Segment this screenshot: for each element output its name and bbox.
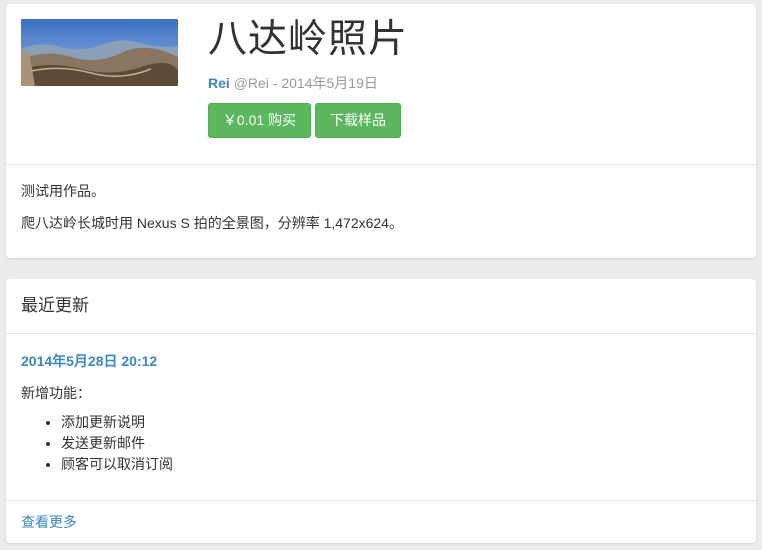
- divider: [6, 500, 756, 501]
- list-item: 发送更新邮件: [61, 433, 173, 454]
- description-line: 测试用作品。: [21, 183, 105, 199]
- update-intro: 新增功能：: [21, 385, 91, 401]
- divider: [6, 333, 756, 334]
- author-link[interactable]: Rei: [208, 75, 230, 91]
- update-date[interactable]: 2014年5月28日 20:12: [21, 352, 157, 370]
- updates-heading: 最近更新: [21, 296, 89, 315]
- description-line: 爬八达岭长城时用 Nexus S 拍的全景图，分辨率 1,472x624。: [21, 215, 403, 231]
- product-title: 八达岭照片: [208, 17, 409, 62]
- updates-card: 最近更新 2014年5月28日 20:12 新增功能： 添加更新说明 发送更新邮…: [6, 279, 756, 543]
- download-sample-button[interactable]: 下载样品: [315, 103, 401, 138]
- divider: [6, 164, 756, 165]
- list-item: 添加更新说明: [61, 412, 173, 433]
- product-thumbnail[interactable]: [21, 19, 178, 86]
- handle-date: @Rei - 2014年5月19日: [233, 75, 378, 91]
- view-more-link[interactable]: 查看更多: [21, 513, 77, 531]
- byline: Rei @Rei - 2014年5月19日: [208, 74, 378, 92]
- buy-button[interactable]: ￥0.01 购买: [208, 103, 311, 138]
- update-list: 添加更新说明 发送更新邮件 顾客可以取消订阅: [21, 412, 173, 475]
- product-card: 八达岭照片 Rei @Rei - 2014年5月19日 ￥0.01 购买 下载样…: [6, 4, 756, 258]
- list-item: 顾客可以取消订阅: [61, 454, 173, 475]
